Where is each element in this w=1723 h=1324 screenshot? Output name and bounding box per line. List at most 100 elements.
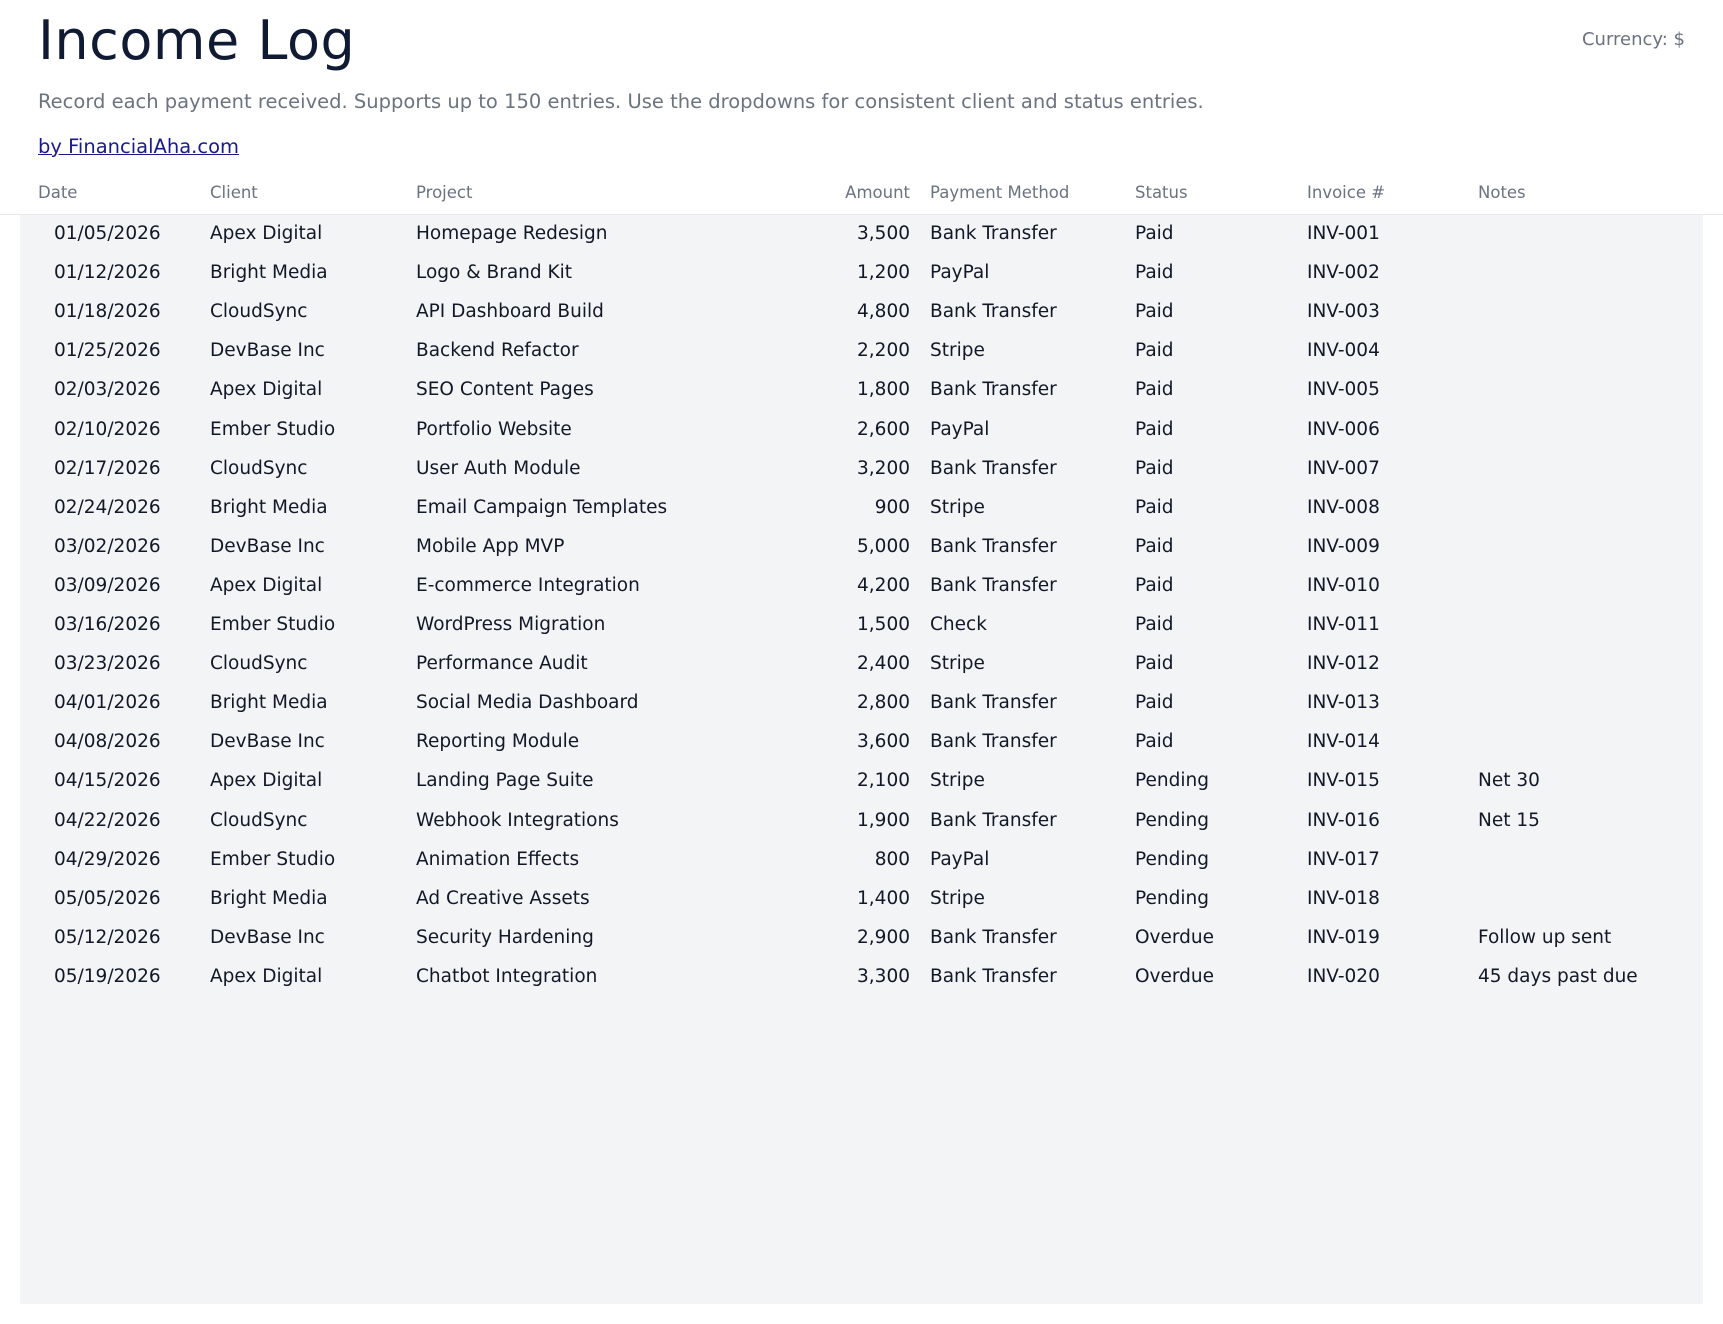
- cell-amount[interactable]: 5,000: [760, 536, 910, 558]
- cell-payment-method[interactable]: PayPal: [930, 419, 1120, 441]
- cell-amount[interactable]: 1,200: [760, 262, 910, 284]
- cell-project[interactable]: Security Hardening: [416, 927, 746, 949]
- table-row[interactable]: 01/12/2026 Bright Media Logo & Brand Kit 1,…: [20, 254, 1703, 293]
- cell-date[interactable]: 02/17/2026: [54, 458, 194, 480]
- cell-status[interactable]: Paid: [1135, 419, 1295, 441]
- cell-date[interactable]: 05/19/2026: [54, 966, 194, 988]
- table-row[interactable]: 03/02/2026 DevBase Inc Mobile App MVP 5,000…: [20, 528, 1703, 567]
- cell-client[interactable]: CloudSync: [210, 301, 400, 323]
- cell-invoice[interactable]: INV-011: [1307, 614, 1467, 636]
- cell-client[interactable]: CloudSync: [210, 458, 400, 480]
- cell-date[interactable]: 04/29/2026: [54, 849, 194, 871]
- cell-project[interactable]: Landing Page Suite: [416, 770, 746, 792]
- cell-client[interactable]: Apex Digital: [210, 379, 400, 401]
- cell-payment-method[interactable]: PayPal: [930, 262, 1120, 284]
- table-row[interactable]: 03/23/2026 CloudSync Performance Audit 2,40…: [20, 645, 1703, 684]
- table-row[interactable]: 04/15/2026 Apex Digital Landing Page Suite…: [20, 762, 1703, 801]
- cell-amount[interactable]: 2,100: [760, 770, 910, 792]
- cell-payment-method[interactable]: Stripe: [930, 888, 1120, 910]
- table-row[interactable]: 04/08/2026 DevBase Inc Reporting Module 3,6…: [20, 723, 1703, 762]
- cell-project[interactable]: Ad Creative Assets: [416, 888, 746, 910]
- cell-invoice[interactable]: INV-015: [1307, 770, 1467, 792]
- cell-date[interactable]: 03/16/2026: [54, 614, 194, 636]
- cell-invoice[interactable]: INV-002: [1307, 262, 1467, 284]
- table-row[interactable]: 03/09/2026 Apex Digital E-commerce Integra…: [20, 567, 1703, 606]
- cell-status[interactable]: Paid: [1135, 614, 1295, 636]
- cell-project[interactable]: Mobile App MVP: [416, 536, 746, 558]
- cell-notes[interactable]: Net 15: [1478, 810, 1698, 832]
- cell-client[interactable]: CloudSync: [210, 810, 400, 832]
- cell-status[interactable]: Overdue: [1135, 966, 1295, 988]
- cell-payment-method[interactable]: Stripe: [930, 497, 1120, 519]
- cell-invoice[interactable]: INV-009: [1307, 536, 1467, 558]
- cell-amount[interactable]: 3,200: [760, 458, 910, 480]
- cell-status[interactable]: Paid: [1135, 340, 1295, 362]
- cell-date[interactable]: 01/12/2026: [54, 262, 194, 284]
- cell-invoice[interactable]: INV-004: [1307, 340, 1467, 362]
- table-row[interactable]: 05/12/2026 DevBase Inc Security Hardening 2…: [20, 919, 1703, 958]
- cell-payment-method[interactable]: Stripe: [930, 770, 1120, 792]
- cell-status[interactable]: Paid: [1135, 379, 1295, 401]
- table-row[interactable]: 02/03/2026 Apex Digital SEO Content Pages 1…: [20, 371, 1703, 410]
- cell-invoice[interactable]: INV-012: [1307, 653, 1467, 675]
- cell-date[interactable]: 01/05/2026: [54, 223, 194, 245]
- cell-date[interactable]: 02/03/2026: [54, 379, 194, 401]
- cell-amount[interactable]: 800: [760, 849, 910, 871]
- cell-date[interactable]: 01/18/2026: [54, 301, 194, 323]
- cell-project[interactable]: Logo & Brand Kit: [416, 262, 746, 284]
- cell-status[interactable]: Paid: [1135, 731, 1295, 753]
- cell-project[interactable]: Animation Effects: [416, 849, 746, 871]
- cell-invoice[interactable]: INV-019: [1307, 927, 1467, 949]
- cell-status[interactable]: Pending: [1135, 810, 1295, 832]
- cell-project[interactable]: Reporting Module: [416, 731, 746, 753]
- cell-amount[interactable]: 4,200: [760, 575, 910, 597]
- cell-amount[interactable]: 3,500: [760, 223, 910, 245]
- cell-project[interactable]: Homepage Redesign: [416, 223, 746, 245]
- cell-amount[interactable]: 1,400: [760, 888, 910, 910]
- cell-status[interactable]: Paid: [1135, 575, 1295, 597]
- cell-amount[interactable]: 2,200: [760, 340, 910, 362]
- cell-client[interactable]: Apex Digital: [210, 966, 400, 988]
- cell-date[interactable]: 04/01/2026: [54, 692, 194, 714]
- cell-notes[interactable]: 45 days past due: [1478, 966, 1698, 988]
- cell-amount[interactable]: 2,600: [760, 419, 910, 441]
- cell-invoice[interactable]: INV-003: [1307, 301, 1467, 323]
- table-row[interactable]: 02/10/2026 Ember Studio Portfolio Website 2…: [20, 411, 1703, 450]
- table-row[interactable]: 03/16/2026 Ember Studio WordPress Migratio…: [20, 606, 1703, 645]
- cell-client[interactable]: DevBase Inc: [210, 927, 400, 949]
- cell-client[interactable]: Apex Digital: [210, 575, 400, 597]
- table-row[interactable]: 01/18/2026 CloudSync API Dashboard Build 4,…: [20, 293, 1703, 332]
- cell-project[interactable]: API Dashboard Build: [416, 301, 746, 323]
- cell-project[interactable]: Email Campaign Templates: [416, 497, 746, 519]
- cell-payment-method[interactable]: Bank Transfer: [930, 536, 1120, 558]
- cell-payment-method[interactable]: PayPal: [930, 849, 1120, 871]
- cell-invoice[interactable]: INV-005: [1307, 379, 1467, 401]
- cell-date[interactable]: 02/24/2026: [54, 497, 194, 519]
- cell-project[interactable]: Webhook Integrations: [416, 810, 746, 832]
- cell-amount[interactable]: 4,800: [760, 301, 910, 323]
- cell-amount[interactable]: 3,600: [760, 731, 910, 753]
- cell-status[interactable]: Paid: [1135, 497, 1295, 519]
- table-row[interactable]: 01/05/2026 Apex Digital Homepage Redesign 3…: [20, 215, 1703, 254]
- cell-project[interactable]: Chatbot Integration: [416, 966, 746, 988]
- cell-payment-method[interactable]: Bank Transfer: [930, 927, 1120, 949]
- cell-status[interactable]: Paid: [1135, 653, 1295, 675]
- cell-client[interactable]: Ember Studio: [210, 614, 400, 636]
- cell-notes[interactable]: Follow up sent: [1478, 927, 1698, 949]
- cell-amount[interactable]: 2,900: [760, 927, 910, 949]
- cell-client[interactable]: Bright Media: [210, 888, 400, 910]
- cell-status[interactable]: Pending: [1135, 849, 1295, 871]
- cell-payment-method[interactable]: Bank Transfer: [930, 223, 1120, 245]
- cell-date[interactable]: 04/22/2026: [54, 810, 194, 832]
- cell-project[interactable]: Backend Refactor: [416, 340, 746, 362]
- cell-date[interactable]: 02/10/2026: [54, 419, 194, 441]
- cell-invoice[interactable]: INV-020: [1307, 966, 1467, 988]
- cell-payment-method[interactable]: Bank Transfer: [930, 379, 1120, 401]
- cell-date[interactable]: 05/05/2026: [54, 888, 194, 910]
- table-row[interactable]: 02/17/2026 CloudSync User Auth Module 3,200…: [20, 450, 1703, 489]
- cell-project[interactable]: E-commerce Integration: [416, 575, 746, 597]
- cell-status[interactable]: Pending: [1135, 888, 1295, 910]
- cell-client[interactable]: Bright Media: [210, 497, 400, 519]
- cell-status[interactable]: Paid: [1135, 692, 1295, 714]
- cell-client[interactable]: DevBase Inc: [210, 731, 400, 753]
